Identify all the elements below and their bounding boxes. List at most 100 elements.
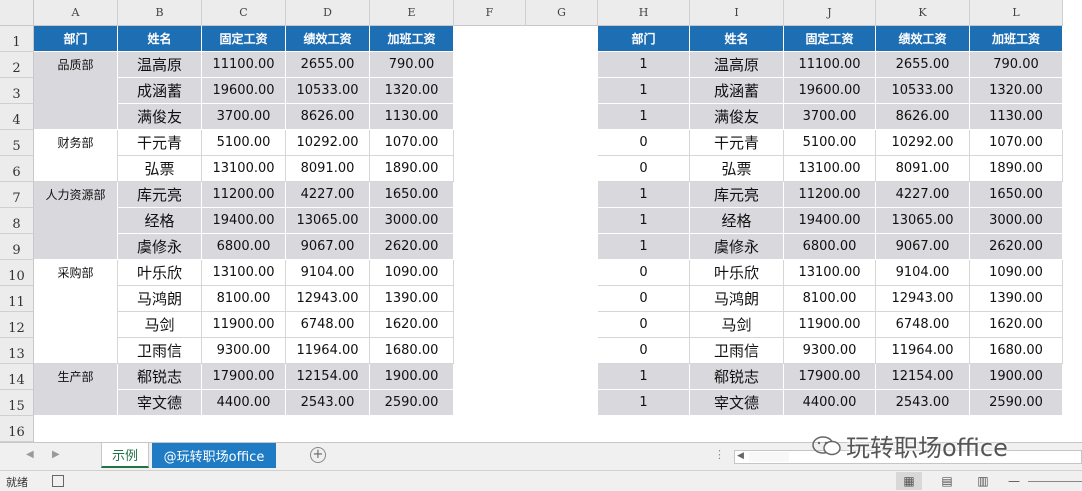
empty-cell[interactable] [526,130,598,156]
fixed-salary-cell[interactable]: 8100.00 [202,286,286,312]
column-header-G[interactable]: G [526,0,598,26]
left-header-cell[interactable]: 固定工资 [202,26,286,52]
fixed-salary-cell[interactable]: 3700.00 [784,104,876,130]
department-flag-cell[interactable]: 1 [598,208,690,234]
department-flag-cell[interactable]: 0 [598,312,690,338]
fixed-salary-cell[interactable]: 11900.00 [202,312,286,338]
select-all-corner[interactable] [0,0,34,26]
empty-cell[interactable] [526,52,598,78]
row-header-16[interactable]: 16 [0,416,34,442]
empty-cell[interactable] [526,312,598,338]
overtime-pay-cell[interactable]: 790.00 [970,52,1063,78]
empty-cell[interactable] [526,416,598,442]
row-header-10[interactable]: 10 [0,260,34,286]
performance-salary-cell[interactable]: 13065.00 [876,208,970,234]
empty-cell[interactable] [454,390,526,416]
department-flag-cell[interactable]: 0 [598,286,690,312]
department-flag-cell[interactable]: 0 [598,130,690,156]
performance-salary-cell[interactable]: 10292.00 [876,130,970,156]
department-cell[interactable]: 生产部 [34,364,118,416]
overtime-pay-cell[interactable]: 1070.00 [370,130,454,156]
fixed-salary-cell[interactable]: 8100.00 [784,286,876,312]
department-flag-cell[interactable]: 1 [598,78,690,104]
row-header-6[interactable]: 6 [0,156,34,182]
name-cell[interactable]: 叶乐欣 [690,260,784,286]
fixed-salary-cell[interactable]: 17900.00 [202,364,286,390]
performance-salary-cell[interactable]: 12154.00 [876,364,970,390]
name-cell[interactable]: 马剑 [690,312,784,338]
name-cell[interactable]: 库元亮 [690,182,784,208]
name-cell[interactable]: 弘票 [118,156,202,182]
department-flag-cell[interactable]: 0 [598,260,690,286]
empty-cell[interactable] [1063,234,1082,260]
name-cell[interactable]: 郗锐志 [690,364,784,390]
empty-cell[interactable] [454,130,526,156]
name-cell[interactable]: 卫雨信 [118,338,202,364]
empty-cell[interactable] [526,234,598,260]
column-header-A[interactable]: A [34,0,118,26]
fixed-salary-cell[interactable]: 5100.00 [784,130,876,156]
name-cell[interactable]: 马鸿朗 [690,286,784,312]
department-cell[interactable]: 人力资源部 [34,182,118,260]
empty-cell[interactable] [454,364,526,390]
performance-salary-cell[interactable]: 4227.00 [286,182,370,208]
empty-cell[interactable] [454,156,526,182]
empty-cell[interactable] [1063,260,1082,286]
department-flag-cell[interactable]: 0 [598,156,690,182]
column-header-E[interactable]: E [370,0,454,26]
performance-salary-cell[interactable]: 2543.00 [286,390,370,416]
name-cell[interactable]: 温高原 [690,52,784,78]
row-header-5[interactable]: 5 [0,130,34,156]
performance-salary-cell[interactable]: 11964.00 [876,338,970,364]
department-cell[interactable]: 采购部 [34,260,118,364]
left-header-cell[interactable]: 加班工资 [370,26,454,52]
page-layout-view-icon[interactable]: ▤ [934,472,960,490]
overtime-pay-cell[interactable]: 1620.00 [970,312,1063,338]
overtime-pay-cell[interactable]: 1390.00 [370,286,454,312]
fixed-salary-cell[interactable]: 11200.00 [784,182,876,208]
scroll-left-icon[interactable]: ◀ [737,451,744,461]
empty-cell[interactable] [1063,286,1082,312]
overtime-pay-cell[interactable]: 2590.00 [370,390,454,416]
name-cell[interactable]: 叶乐欣 [118,260,202,286]
sheet-tab-office[interactable]: @玩转职场office [152,443,276,468]
empty-cell[interactable] [526,156,598,182]
column-header-J[interactable]: J [784,0,876,26]
name-cell[interactable]: 宰文德 [118,390,202,416]
empty-cell[interactable] [526,208,598,234]
performance-salary-cell[interactable]: 8091.00 [876,156,970,182]
overtime-pay-cell[interactable]: 1900.00 [970,364,1063,390]
empty-cell[interactable] [526,182,598,208]
performance-salary-cell[interactable]: 8626.00 [876,104,970,130]
name-cell[interactable]: 成涵蓄 [118,78,202,104]
left-header-cell[interactable]: 绩效工资 [286,26,370,52]
overtime-pay-cell[interactable]: 3000.00 [970,208,1063,234]
overtime-pay-cell[interactable]: 1390.00 [970,286,1063,312]
empty-cell[interactable] [1063,312,1082,338]
department-flag-cell[interactable]: 1 [598,104,690,130]
empty-cell[interactable] [1063,208,1082,234]
empty-cell[interactable] [1063,156,1082,182]
name-cell[interactable]: 虞修永 [118,234,202,260]
name-cell[interactable]: 弘票 [690,156,784,182]
department-flag-cell[interactable]: 1 [598,364,690,390]
empty-cell[interactable] [370,416,454,442]
performance-salary-cell[interactable]: 10533.00 [876,78,970,104]
performance-salary-cell[interactable]: 2655.00 [876,52,970,78]
name-cell[interactable]: 马鸿朗 [118,286,202,312]
fixed-salary-cell[interactable]: 11100.00 [784,52,876,78]
name-cell[interactable]: 满俊友 [118,104,202,130]
department-flag-cell[interactable]: 0 [598,338,690,364]
performance-salary-cell[interactable]: 6748.00 [876,312,970,338]
fixed-salary-cell[interactable]: 9300.00 [202,338,286,364]
fixed-salary-cell[interactable]: 3700.00 [202,104,286,130]
performance-salary-cell[interactable]: 2543.00 [876,390,970,416]
department-cell[interactable]: 品质部 [34,52,118,130]
performance-salary-cell[interactable]: 2655.00 [286,52,370,78]
overtime-pay-cell[interactable]: 1900.00 [370,364,454,390]
performance-salary-cell[interactable]: 4227.00 [876,182,970,208]
fixed-salary-cell[interactable]: 11200.00 [202,182,286,208]
sheet-tab-example[interactable]: 示例 [101,443,149,468]
overtime-pay-cell[interactable]: 1130.00 [970,104,1063,130]
empty-cell[interactable] [1063,52,1082,78]
